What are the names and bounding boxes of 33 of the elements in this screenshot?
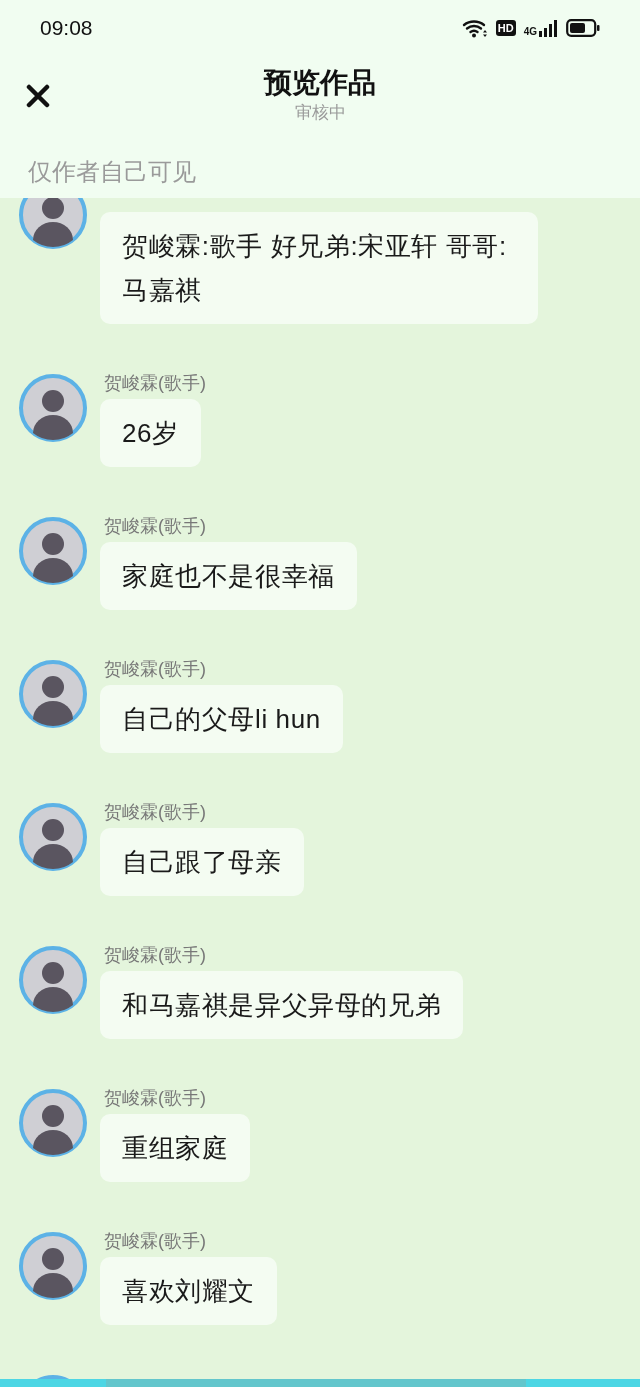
sender-name: 贺峻霖(歌手) bbox=[104, 1231, 206, 1253]
sender-name: 贺峻霖(歌手) bbox=[104, 373, 206, 395]
sender-name: 贺峻霖(歌手) bbox=[104, 516, 206, 538]
message-bubble: 和马嘉祺是异父异母的兄弟 bbox=[100, 971, 464, 1039]
sender-name: 贺峻霖(歌手) bbox=[104, 802, 206, 824]
message-bubble: 家庭也不是很幸福 bbox=[100, 542, 357, 610]
visibility-notice: 仅作者自己可见 bbox=[27, 157, 197, 187]
avatar[interactable] bbox=[18, 1231, 88, 1301]
message-bubble: 重组家庭 bbox=[100, 1114, 251, 1182]
wifi-icon bbox=[461, 18, 488, 38]
sender-name: 贺峻霖(歌手) bbox=[104, 945, 206, 967]
avatar[interactable] bbox=[18, 1088, 88, 1158]
avatar[interactable] bbox=[18, 373, 88, 443]
avatar[interactable] bbox=[18, 802, 88, 872]
message-bubble: 自己跟了母亲 bbox=[100, 828, 304, 896]
avatar[interactable] bbox=[18, 516, 88, 586]
page-title: 预览作品 bbox=[264, 66, 376, 100]
avatar[interactable] bbox=[18, 198, 88, 250]
network-type: 4G bbox=[523, 27, 537, 37]
sender-name: 贺峻霖(歌手) bbox=[104, 659, 206, 681]
hd-badge: HD bbox=[495, 20, 516, 36]
avatar[interactable] bbox=[18, 659, 88, 729]
avatar[interactable] bbox=[18, 945, 88, 1015]
review-status: 审核中 bbox=[294, 101, 346, 124]
message-bubble: 26岁 bbox=[100, 399, 201, 467]
battery-icon bbox=[566, 19, 600, 37]
close-icon[interactable] bbox=[26, 84, 50, 108]
message-bubble: 自己的父母li hun bbox=[100, 685, 343, 753]
signal-icon bbox=[538, 19, 558, 37]
status-time: 09:08 bbox=[40, 15, 93, 42]
message-bubble: 贺峻霖:歌手 好兄弟:宋亚轩 哥哥:马嘉祺 bbox=[100, 212, 538, 324]
message-bubble: 喜欢刘耀文 bbox=[100, 1257, 277, 1325]
sender-name: 贺峻霖(歌手) bbox=[104, 1088, 206, 1110]
